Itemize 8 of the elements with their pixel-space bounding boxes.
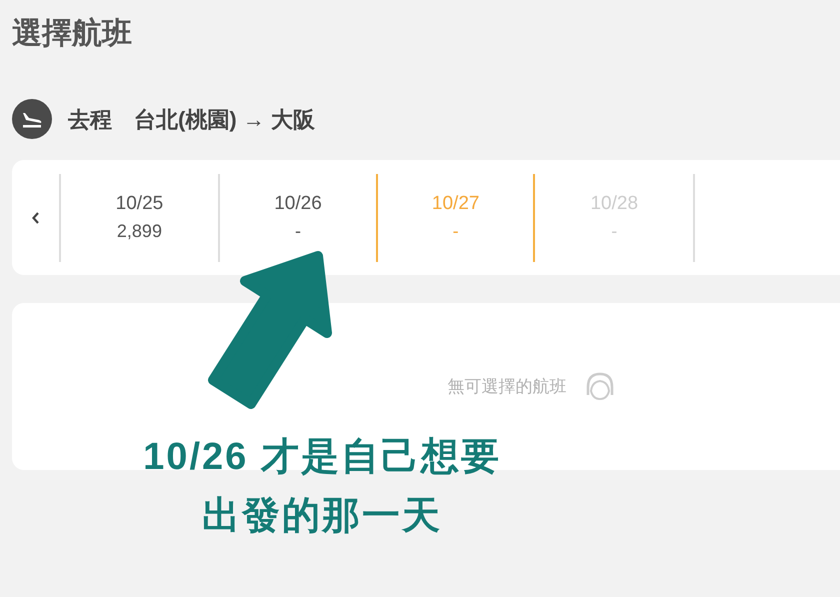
- empty-message: 無可選擇的航班: [448, 376, 566, 398]
- annotation-text: 出發的那一天: [202, 494, 442, 539]
- page-title: 選擇航班: [11, 16, 133, 52]
- annotation-text: 10/26 才是自己想要: [143, 435, 501, 480]
- date-tab[interactable]: 10/25 2,899: [59, 174, 218, 262]
- plane-landing-icon: [12, 99, 52, 139]
- route-heading: 去程 台北(桃園) → 大阪: [68, 106, 315, 134]
- chevron-left-icon: [30, 210, 41, 224]
